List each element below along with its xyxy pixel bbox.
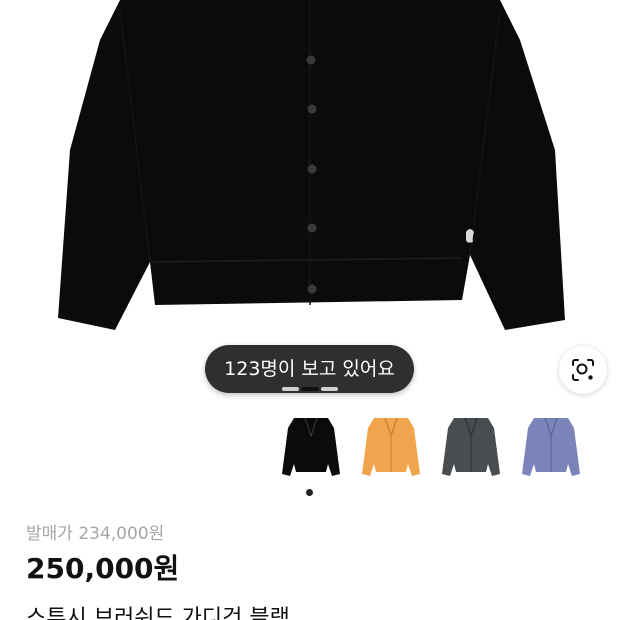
release-price: 발매가 234,000원 xyxy=(26,524,165,544)
color-thumbnails xyxy=(270,408,600,488)
product-image[interactable] xyxy=(0,0,620,400)
carousel-segment xyxy=(321,387,338,391)
cardigan-illustration xyxy=(58,0,565,330)
thumbnail-image xyxy=(442,417,500,476)
lens-icon xyxy=(572,359,594,381)
product-title: 스투시 브러쉬드 가디건 블랙 xyxy=(26,606,290,620)
thumbnail-image xyxy=(282,417,340,476)
thumbnail-selected-dot xyxy=(306,489,313,496)
carousel-indicator xyxy=(282,387,338,391)
carousel-segment xyxy=(282,387,299,391)
thumbnail-orange[interactable] xyxy=(354,408,428,486)
viewers-count-pill: 123명이 보고 있어요 xyxy=(205,345,414,393)
thumbnail-lavender[interactable] xyxy=(514,408,588,486)
carousel-segment-active xyxy=(301,387,319,391)
image-search-button[interactable] xyxy=(559,346,607,394)
thumbnail-charcoal[interactable] xyxy=(434,408,508,486)
viewers-count-text: 123명이 보고 있어요 xyxy=(224,358,395,380)
product-page: 123명이 보고 있어요 발매가 234,000원 250,000원 스투시 브… xyxy=(0,0,620,620)
sale-price: 250,000원 xyxy=(26,552,180,585)
thumbnail-image xyxy=(362,417,420,476)
thumbnail-black[interactable] xyxy=(274,408,348,486)
thumbnail-image xyxy=(522,417,580,476)
